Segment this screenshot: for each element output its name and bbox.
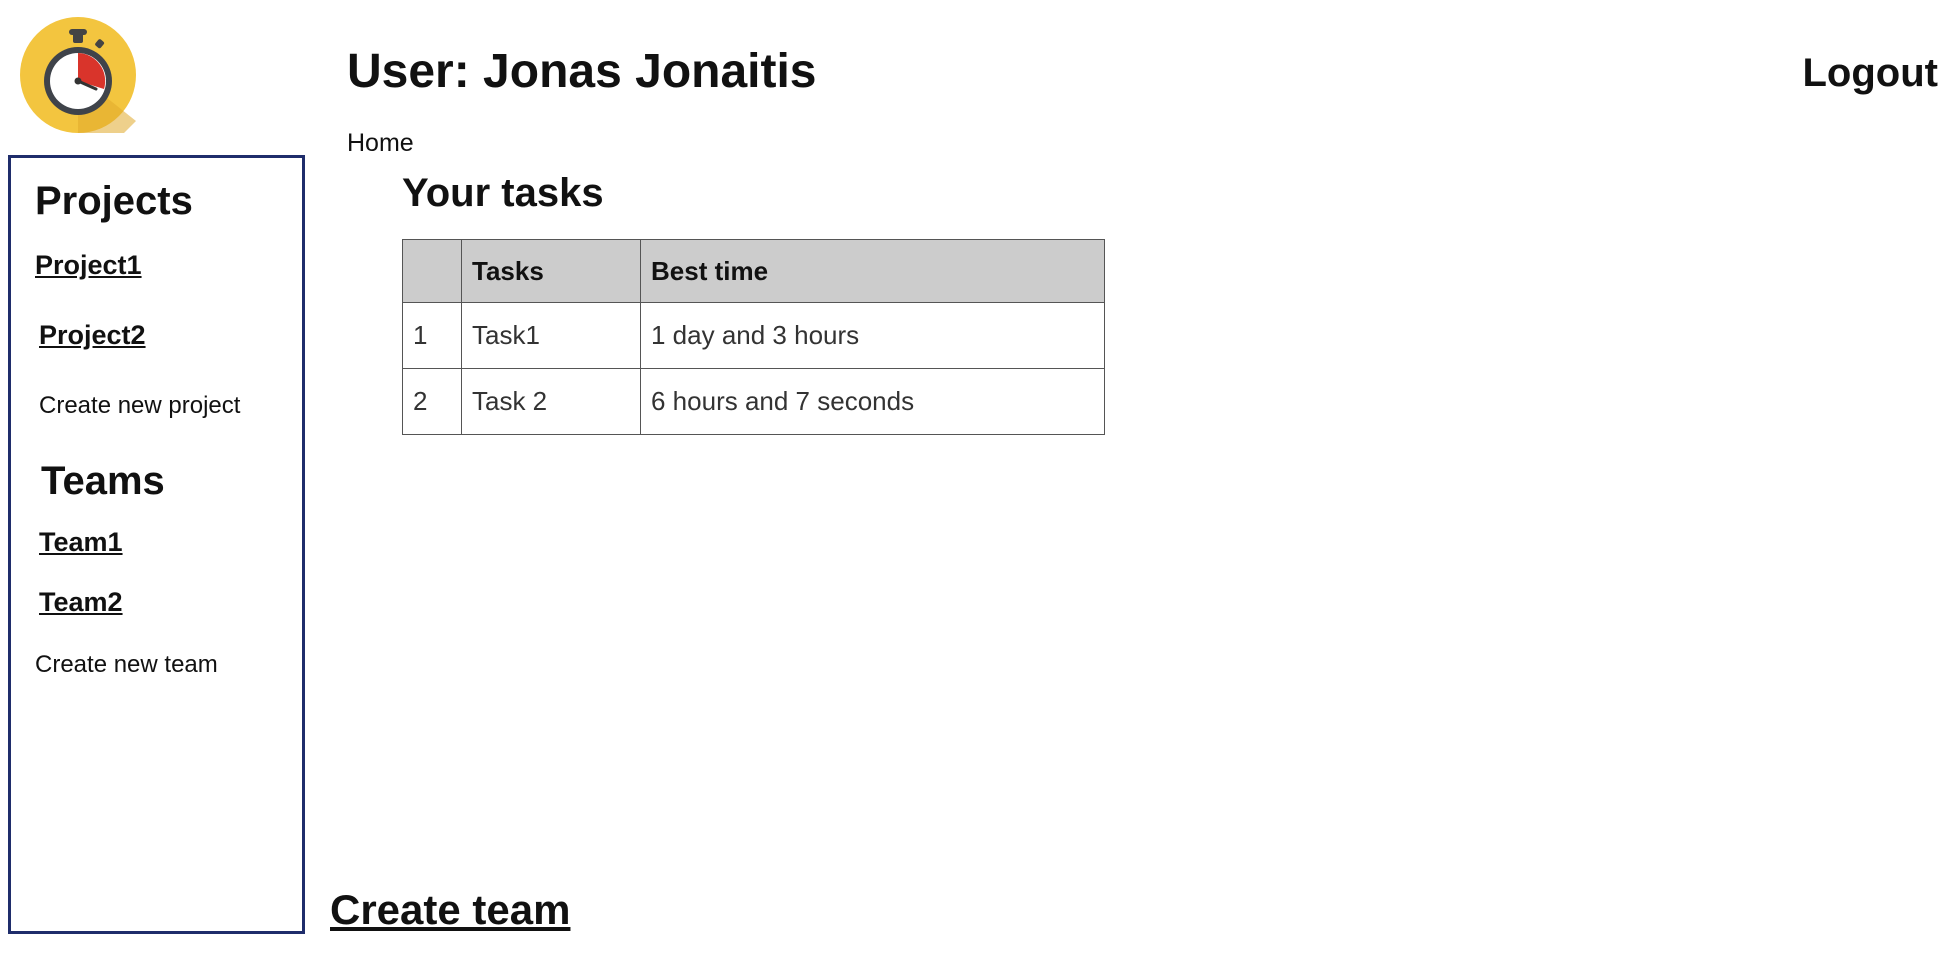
- sidebar-item-project2[interactable]: Project2: [39, 319, 146, 351]
- best-time: 1 day and 3 hours: [640, 302, 1105, 369]
- breadcrumb-home[interactable]: Home: [347, 128, 414, 158]
- logout-button[interactable]: Logout: [1803, 50, 1939, 96]
- page-title: User: Jonas Jonaitis: [347, 45, 817, 98]
- table-row[interactable]: 2 Task 2 6 hours and 7 seconds: [402, 368, 1105, 435]
- create-team-link[interactable]: Create new team: [35, 651, 218, 679]
- column-header-tasks: Tasks: [461, 239, 641, 303]
- column-header-index: [402, 239, 462, 303]
- create-team-button[interactable]: Create team: [330, 886, 570, 934]
- task-name[interactable]: Task1: [461, 302, 641, 369]
- projects-heading: Projects: [35, 179, 193, 223]
- tasks-title: Your tasks: [402, 171, 604, 215]
- sidebar-item-team2[interactable]: Team2: [39, 586, 123, 618]
- sidebar-item-project1[interactable]: Project1: [35, 249, 142, 281]
- sidebar: Projects Project1 Project2 Create new pr…: [8, 155, 305, 934]
- tasks-table: Tasks Best time 1 Task1 1 day and 3 hour…: [402, 239, 1105, 435]
- sidebar-item-team1[interactable]: Team1: [39, 526, 123, 558]
- app-logo: [20, 17, 136, 133]
- row-index: 1: [402, 302, 462, 369]
- task-name[interactable]: Task 2: [461, 368, 641, 435]
- row-index: 2: [402, 368, 462, 435]
- best-time: 6 hours and 7 seconds: [640, 368, 1105, 435]
- create-project-link[interactable]: Create new project: [39, 392, 240, 420]
- column-header-best-time: Best time: [640, 239, 1105, 303]
- teams-heading: Teams: [41, 459, 165, 503]
- table-header-row: Tasks Best time: [402, 239, 1105, 303]
- table-row[interactable]: 1 Task1 1 day and 3 hours: [402, 302, 1105, 369]
- stopwatch-icon: [20, 17, 136, 133]
